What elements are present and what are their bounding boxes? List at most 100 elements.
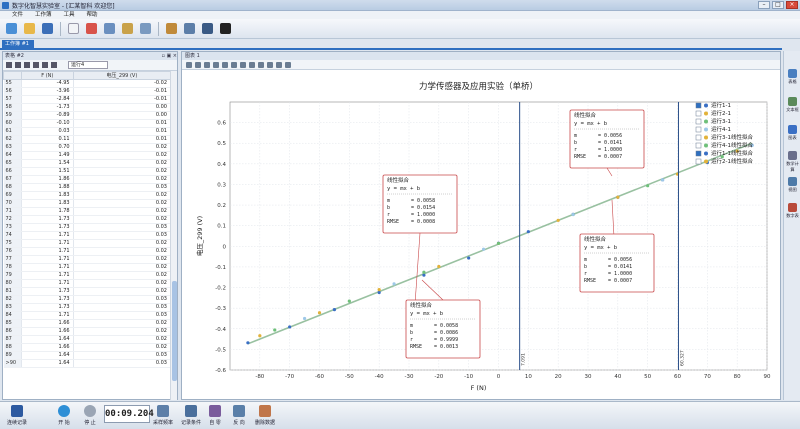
row-index[interactable]: 88 <box>3 343 22 352</box>
close-chart-icon[interactable] <box>285 61 291 68</box>
settings-icon[interactable] <box>182 21 197 36</box>
new-icon[interactable] <box>4 21 19 36</box>
row-index[interactable]: 75 <box>3 239 22 248</box>
cell-voltage[interactable]: 0.02 <box>73 199 172 208</box>
page-icon[interactable] <box>66 21 81 36</box>
table-row[interactable]: 76 1.71 0.02 <box>3 247 172 256</box>
table-row[interactable]: 59 -0.89 0.00 <box>3 111 172 120</box>
cell-voltage[interactable]: 0.01 <box>73 127 172 136</box>
cell-voltage[interactable]: 0.02 <box>73 167 172 176</box>
maximize-button[interactable]: □ <box>772 1 784 9</box>
row-index[interactable]: 73 <box>3 223 22 232</box>
col-header-force[interactable]: F (N) <box>21 71 74 80</box>
row-index[interactable]: 55 <box>3 79 22 88</box>
sidebar-chart[interactable]: 图表 <box>785 125 800 141</box>
cell-force[interactable]: 1.73 <box>21 223 74 232</box>
row-index[interactable]: 83 <box>3 303 22 312</box>
cell-force[interactable]: 1.88 <box>21 183 74 192</box>
table-row[interactable]: 85 1.66 0.02 <box>3 319 172 328</box>
cell-voltage[interactable]: 0.02 <box>73 255 172 264</box>
add-column-icon[interactable] <box>6 62 12 68</box>
reverse-button[interactable]: 反 向 <box>228 405 250 426</box>
cell-force[interactable]: 1.49 <box>21 151 74 160</box>
row-index[interactable]: 62 <box>3 135 22 144</box>
cell-force[interactable]: 0.70 <box>21 143 74 152</box>
chart-svg[interactable]: -80 -70 -60 -50 -40 -30 -20 -10 0 10 20 30 40 50 60 70 8… <box>182 70 780 399</box>
chart-edit-icon[interactable] <box>200 21 215 36</box>
cell-force[interactable]: 1.66 <box>21 343 74 352</box>
table-row[interactable]: 64 1.49 0.02 <box>3 151 172 160</box>
table-row[interactable]: 83 1.73 0.03 <box>3 303 172 312</box>
cell-voltage[interactable]: 0.02 <box>73 143 172 152</box>
pen-icon[interactable] <box>120 21 135 36</box>
cell-voltage[interactable]: 0.03 <box>73 183 172 192</box>
pan-icon[interactable] <box>195 61 201 68</box>
row-index[interactable]: 68 <box>3 183 22 192</box>
remove-column-icon[interactable] <box>15 62 21 68</box>
cell-voltage[interactable]: 0.02 <box>73 287 172 296</box>
cell-voltage[interactable]: 0.02 <box>73 335 172 344</box>
row-index[interactable]: 78 <box>3 263 22 272</box>
cell-voltage[interactable]: -0.01 <box>73 95 172 104</box>
table-row[interactable]: 55 -4.95 -0.02 <box>3 79 172 88</box>
cell-voltage[interactable]: 0.02 <box>73 151 172 160</box>
table-row[interactable]: 87 1.64 0.02 <box>3 335 172 344</box>
cell-force[interactable]: 0.11 <box>21 135 74 144</box>
cell-force[interactable]: 1.73 <box>21 303 74 312</box>
row-index[interactable]: 84 <box>3 311 22 320</box>
cell-force[interactable]: 1.78 <box>21 207 74 216</box>
col-header-voltage[interactable]: 电压_299 (V) <box>72 71 172 80</box>
minimize-button[interactable]: – <box>758 1 770 9</box>
cell-voltage[interactable]: 0.01 <box>73 135 172 144</box>
row-index[interactable]: 85 <box>3 319 22 328</box>
row-index[interactable]: 58 <box>3 103 22 112</box>
tools-icon[interactable] <box>164 21 179 36</box>
row-index[interactable]: 57 <box>3 95 22 104</box>
cell-force[interactable]: 0.03 <box>21 127 74 136</box>
sidebar-table[interactable]: 表格 <box>785 69 800 85</box>
cell-force[interactable]: 1.71 <box>21 247 74 256</box>
table-row[interactable]: 72 1.73 0.02 <box>3 215 172 224</box>
color-icon[interactable] <box>276 61 282 68</box>
sidebar-view[interactable]: 视图 <box>785 177 800 193</box>
table-row[interactable]: 71 1.78 0.02 <box>3 207 172 216</box>
cell-voltage[interactable]: 0.02 <box>73 239 172 248</box>
cell-force[interactable]: 1.64 <box>21 335 74 344</box>
cell-voltage[interactable]: 0.02 <box>73 175 172 184</box>
cell-force[interactable]: 1.73 <box>21 287 74 296</box>
cell-force[interactable]: 1.73 <box>21 295 74 304</box>
table-row[interactable]: 73 1.73 0.03 <box>3 223 172 232</box>
record-condition-button[interactable]: 记录条件 <box>178 405 204 426</box>
open-folder-icon[interactable] <box>22 21 37 36</box>
row-index[interactable]: 74 <box>3 231 22 240</box>
cell-voltage[interactable]: 0.02 <box>73 263 172 272</box>
table-row[interactable]: 75 1.71 0.02 <box>3 239 172 248</box>
row-index[interactable]: 80 <box>3 279 22 288</box>
cell-voltage[interactable]: 0.03 <box>73 311 172 320</box>
row-index[interactable]: 77 <box>3 255 22 264</box>
cell-voltage[interactable]: 0.02 <box>73 207 172 216</box>
cell-voltage[interactable]: 0.03 <box>73 359 172 368</box>
start-button[interactable]: 开 始 <box>54 405 74 426</box>
table-row[interactable]: 62 0.11 0.01 <box>3 135 172 144</box>
cell-voltage[interactable]: 0.03 <box>73 303 172 312</box>
row-index[interactable]: 71 <box>3 207 22 216</box>
run-select[interactable]: 运行4 <box>68 61 108 69</box>
camera-icon[interactable] <box>51 62 57 68</box>
row-index[interactable]: 66 <box>3 167 22 176</box>
cell-force[interactable]: 1.86 <box>21 175 74 184</box>
stats-icon[interactable] <box>42 62 48 68</box>
table-row[interactable]: 77 1.71 0.02 <box>3 255 172 264</box>
cell-force[interactable]: -1.73 <box>21 103 74 112</box>
row-index[interactable]: 86 <box>3 327 22 336</box>
text-icon[interactable] <box>240 61 246 68</box>
table-row[interactable]: 88 1.66 0.02 <box>3 343 172 352</box>
table-row[interactable]: >90 1.64 0.03 <box>3 359 172 368</box>
cell-voltage[interactable]: 0.02 <box>73 343 172 352</box>
table-row[interactable]: 63 0.70 0.02 <box>3 143 172 152</box>
table-row[interactable]: 82 1.73 0.03 <box>3 295 172 304</box>
paste-icon[interactable] <box>33 62 39 68</box>
table-row[interactable]: 56 -3.96 -0.01 <box>3 87 172 96</box>
cell-voltage[interactable]: 0.02 <box>73 319 172 328</box>
row-index[interactable]: 59 <box>3 111 22 120</box>
